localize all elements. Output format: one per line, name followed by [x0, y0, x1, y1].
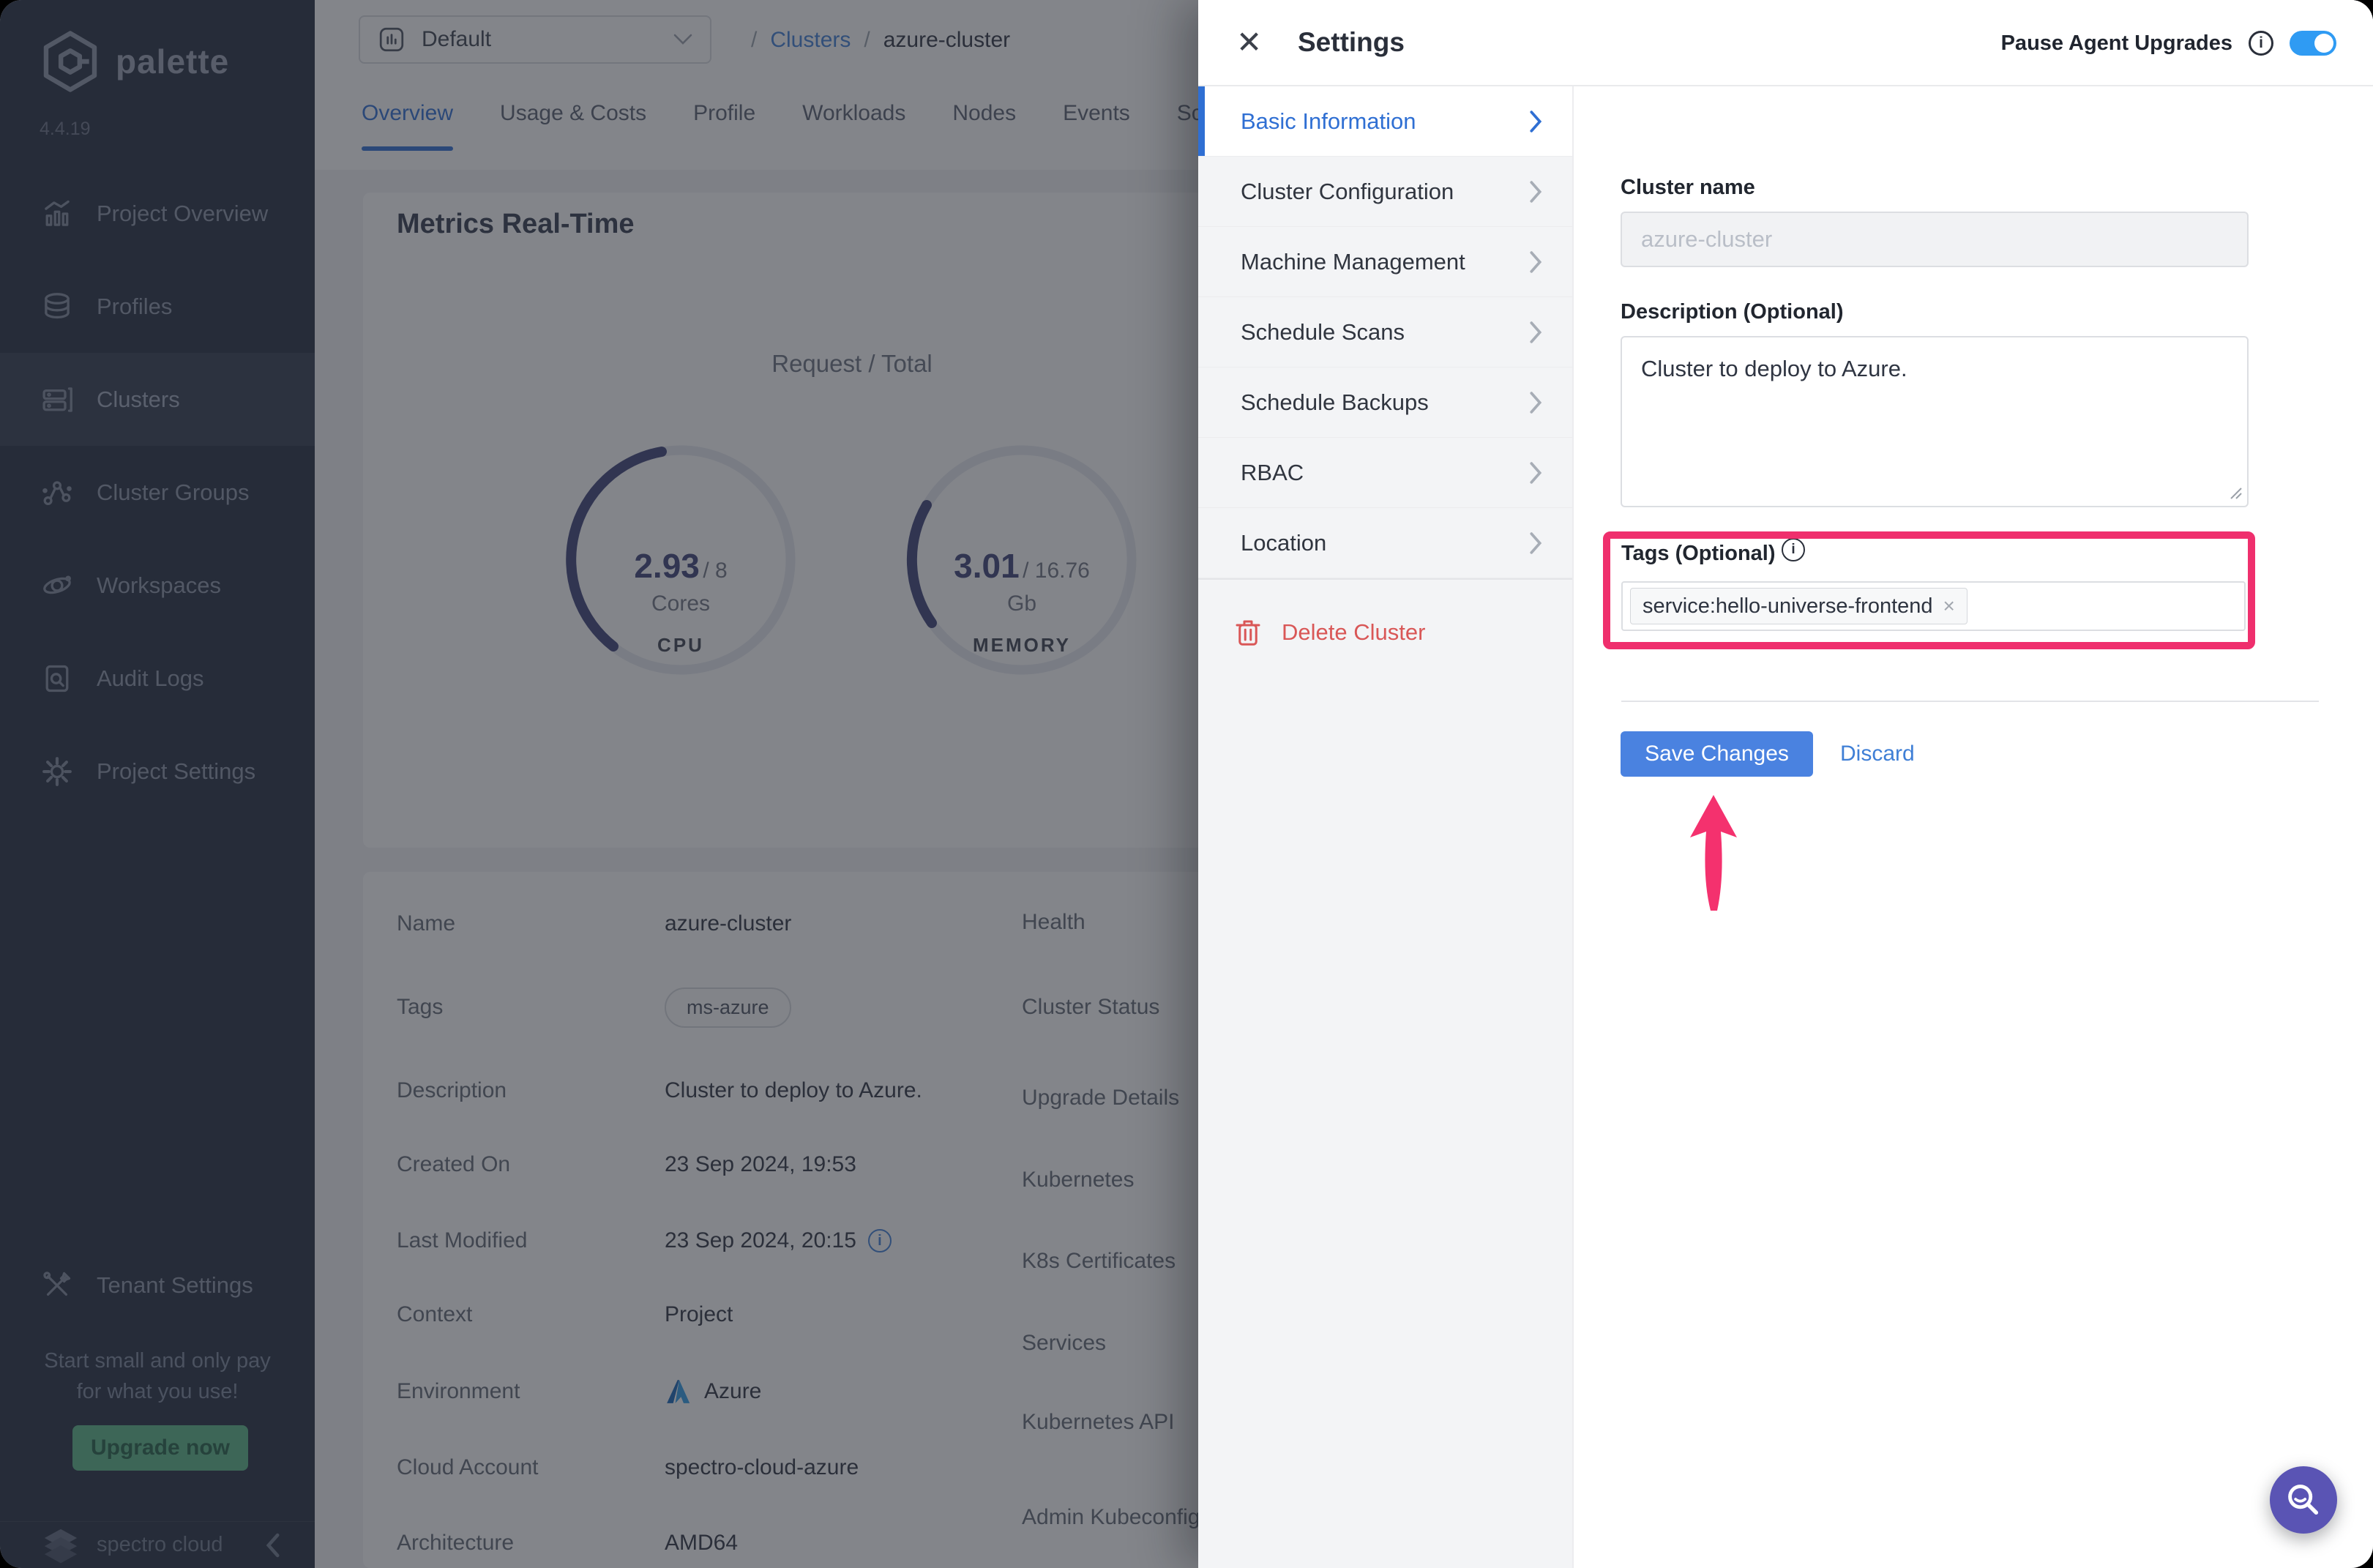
pause-agent-upgrades-label: Pause Agent Upgrades	[2000, 31, 2232, 55]
settings-nav-rbac[interactable]: RBAC	[1198, 438, 1572, 508]
chevron-right-icon	[1530, 110, 1542, 132]
settings-nav: Basic Information Cluster Configuration …	[1198, 86, 1574, 1568]
settings-header: ✕ Settings Pause Agent Upgrades i	[1198, 0, 2373, 86]
nav-divider	[1198, 578, 1572, 580]
info-icon[interactable]: i	[1782, 538, 1805, 561]
cluster-name-label: Cluster name	[1621, 176, 1755, 199]
trash-icon	[1236, 620, 1260, 646]
settings-nav-cluster-configuration[interactable]: Cluster Configuration	[1198, 157, 1572, 227]
search-icon	[2288, 1485, 2319, 1515]
chevron-right-icon	[1530, 180, 1542, 203]
chevron-right-icon	[1530, 250, 1542, 273]
tags-label: Tags (Optional)	[1621, 542, 1776, 565]
description-textarea[interactable]: Cluster to deploy to Azure.	[1621, 336, 2249, 507]
search-fab[interactable]	[2270, 1466, 2337, 1534]
remove-tag-icon[interactable]: ×	[1943, 594, 1955, 618]
chevron-right-icon	[1530, 461, 1542, 484]
chevron-right-icon	[1530, 391, 1542, 414]
tag-chip: service:hello-universe-frontend ×	[1630, 588, 1967, 624]
settings-nav-machine-management[interactable]: Machine Management	[1198, 227, 1572, 297]
delete-cluster-button[interactable]: Delete Cluster	[1235, 618, 1425, 647]
description-label: Description (Optional)	[1621, 300, 1844, 324]
form-divider	[1621, 701, 2319, 702]
toggle-knob	[2314, 34, 2333, 53]
discard-button[interactable]: Discard	[1840, 731, 1915, 777]
settings-nav-schedule-scans[interactable]: Schedule Scans	[1198, 297, 1572, 367]
settings-nav-schedule-backups[interactable]: Schedule Backups	[1198, 367, 1572, 438]
settings-nav-basic-information[interactable]: Basic Information	[1198, 86, 1572, 157]
cluster-name-input[interactable]	[1621, 212, 2249, 267]
pause-agent-upgrades-toggle[interactable]	[2290, 31, 2336, 56]
close-icon[interactable]: ✕	[1236, 27, 1262, 58]
chevron-right-icon	[1530, 531, 1542, 554]
chevron-right-icon	[1530, 321, 1542, 343]
settings-title: Settings	[1298, 27, 1405, 57]
settings-panel: ✕ Settings Pause Agent Upgrades i Basic …	[1198, 0, 2373, 1568]
settings-nav-location[interactable]: Location	[1198, 508, 1572, 578]
tags-input[interactable]: service:hello-universe-frontend ×	[1621, 581, 2246, 631]
save-changes-button[interactable]: Save Changes	[1621, 731, 1813, 777]
info-icon[interactable]: i	[2249, 31, 2273, 56]
app-window: palette 4.4.19 Project Overview Profiles	[0, 0, 2373, 1568]
